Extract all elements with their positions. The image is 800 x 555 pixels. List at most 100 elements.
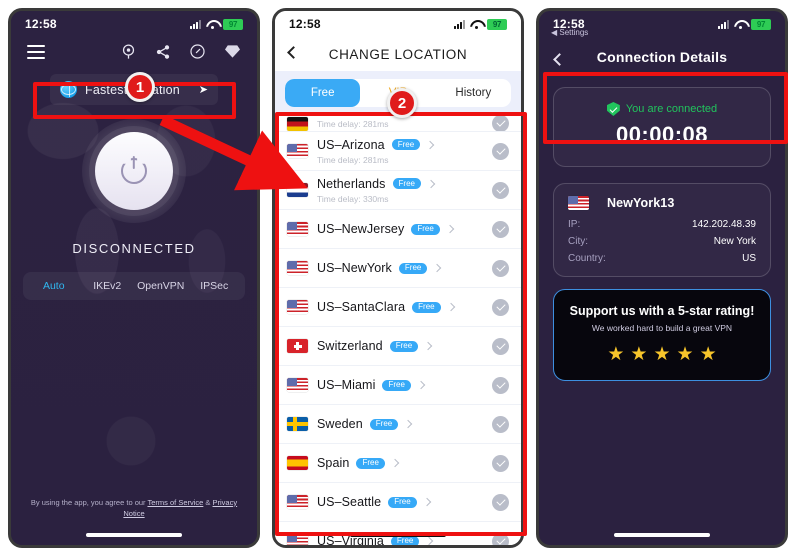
- rating-title: Support us with a 5-star rating!: [569, 304, 755, 318]
- row-name: Spain: [317, 456, 350, 470]
- chevron-right-icon: [425, 140, 435, 149]
- tab-free[interactable]: Free: [285, 79, 361, 107]
- location-header: CHANGE LOCATION: [275, 37, 521, 71]
- select-check-icon[interactable]: [492, 181, 509, 199]
- star-icon[interactable]: ★: [607, 345, 624, 364]
- row-content: Time delay: 281ms: [317, 119, 492, 129]
- row-title-line: US–Seattle Free: [317, 495, 492, 509]
- free-badge: Free: [391, 139, 421, 150]
- home-indicator: [350, 533, 446, 537]
- connected-line: You are connected: [568, 102, 756, 116]
- power-icon: [121, 158, 147, 184]
- protocol-option-ipsec[interactable]: IPSec: [188, 280, 242, 292]
- back-button[interactable]: [287, 44, 300, 59]
- speedometer-icon[interactable]: [189, 43, 206, 60]
- select-check-icon[interactable]: [492, 532, 509, 545]
- server-info-card: NewYork13 IP: 142.202.48.39 City: New Yo…: [553, 183, 771, 277]
- back-button[interactable]: [553, 51, 566, 66]
- select-check-icon[interactable]: [492, 454, 509, 472]
- home-indicator: [86, 533, 182, 537]
- select-check-icon[interactable]: [492, 298, 509, 316]
- protocol-option-ikev2[interactable]: IKEv2: [81, 280, 135, 292]
- select-check-icon[interactable]: [492, 259, 509, 277]
- fastest-location-button[interactable]: Fastest Location ➤: [50, 74, 218, 105]
- field-value: New York: [713, 236, 756, 247]
- star-icon[interactable]: ★: [700, 345, 717, 364]
- rating-card[interactable]: Support us with a 5-star rating! We work…: [553, 289, 771, 381]
- chevron-right-icon: [423, 341, 433, 351]
- status-indicators: 97: [718, 18, 771, 30]
- battery-icon: 97: [223, 18, 243, 30]
- free-badge: Free: [356, 457, 385, 469]
- legal-footer: By using the app, you agree to our Terms…: [11, 497, 257, 520]
- share-icon[interactable]: [155, 44, 171, 60]
- cellular-signal-icon: [718, 19, 729, 29]
- protocol-option-auto[interactable]: Auto: [27, 280, 81, 292]
- wifi-icon: [206, 20, 218, 29]
- chevron-left-icon: [287, 46, 300, 59]
- star-icon[interactable]: ★: [630, 345, 647, 364]
- row-name: Sweden: [317, 417, 363, 431]
- list-item[interactable]: US–Miami Free: [275, 366, 521, 405]
- connection-header: Connection Details: [539, 41, 785, 73]
- field-value: 142.202.48.39: [692, 219, 756, 230]
- field-label: IP:: [568, 219, 581, 230]
- tab-history[interactable]: History: [436, 79, 511, 107]
- select-check-icon[interactable]: [492, 142, 509, 160]
- menu-icon[interactable]: [27, 44, 45, 59]
- select-check-icon[interactable]: [492, 337, 509, 355]
- list-item[interactable]: Spain Free: [275, 444, 521, 483]
- row-title-line: Sweden Free: [317, 417, 492, 431]
- phone-change-location: 12:58 97 CHANGE LOCATION Free VIP Histor…: [272, 8, 524, 548]
- cellular-signal-icon: [190, 19, 201, 29]
- list-item[interactable]: US–SantaClara Free: [275, 288, 521, 327]
- location-list[interactable]: Time delay: 281ms US–Arizona Free Time d…: [275, 116, 521, 545]
- free-badge: Free: [389, 340, 419, 352]
- select-check-icon[interactable]: [492, 415, 509, 433]
- list-item[interactable]: Sweden Free: [275, 405, 521, 444]
- list-item[interactable]: US–NewYork Free: [275, 249, 521, 288]
- diamond-icon[interactable]: [224, 44, 241, 59]
- power-button[interactable]: [95, 132, 173, 210]
- flag-icon-se: [287, 417, 308, 431]
- connection-timer: 00:00:08: [615, 122, 709, 147]
- flag-icon-de: [287, 116, 308, 131]
- row-title-line: Switzerland Free: [317, 339, 492, 353]
- location-tabs: Free VIP History: [285, 79, 511, 107]
- row-name: Switzerland: [317, 339, 383, 353]
- select-check-icon[interactable]: [492, 220, 509, 238]
- list-item[interactable]: Netherlands Free Time delay: 330ms: [275, 171, 521, 210]
- flag-icon-ch: [287, 339, 308, 353]
- free-badge: Free: [412, 301, 441, 313]
- list-item[interactable]: Switzerland Free: [275, 327, 521, 366]
- list-item[interactable]: US–NewJersey Free: [275, 210, 521, 249]
- tab-vip[interactable]: VIP: [360, 79, 435, 107]
- connection-status-card: You are connected 00:00:08: [553, 87, 771, 167]
- chevron-right-icon: [445, 224, 455, 234]
- select-check-icon[interactable]: [492, 376, 509, 394]
- select-check-icon[interactable]: [492, 116, 509, 131]
- row-title-line: US–Miami Free: [317, 378, 492, 392]
- protocol-option-openvpn[interactable]: OpenVPN: [134, 280, 188, 292]
- list-item[interactable]: US–Seattle Free: [275, 483, 521, 522]
- home-toolbar: [11, 37, 257, 60]
- row-name: US–SantaClara: [317, 300, 406, 314]
- row-name: US–Arizona: [317, 137, 385, 152]
- select-check-icon[interactable]: [492, 493, 509, 511]
- list-item[interactable]: US–Arizona Free Time delay: 281ms: [275, 132, 521, 171]
- star-rating[interactable]: ★ ★ ★ ★ ★: [564, 345, 760, 364]
- flag-icon-us: [287, 534, 308, 545]
- flag-icon-us: [287, 378, 308, 392]
- star-icon[interactable]: ★: [653, 345, 670, 364]
- terms-of-service-link[interactable]: Terms of Service: [147, 498, 203, 507]
- row-content: Netherlands Free Time delay: 330ms: [317, 177, 492, 204]
- flag-icon-us: [287, 495, 308, 509]
- status-time: 12:58: [289, 17, 321, 31]
- flag-icon-es: [287, 456, 308, 470]
- location-pin-icon[interactable]: [120, 43, 137, 60]
- status-bar-home: 12:58 97: [11, 11, 257, 37]
- list-item-partial[interactable]: Time delay: 281ms: [275, 116, 521, 132]
- field-label: Country:: [568, 253, 606, 264]
- page-title: CHANGE LOCATION: [328, 46, 468, 62]
- star-icon[interactable]: ★: [677, 345, 694, 364]
